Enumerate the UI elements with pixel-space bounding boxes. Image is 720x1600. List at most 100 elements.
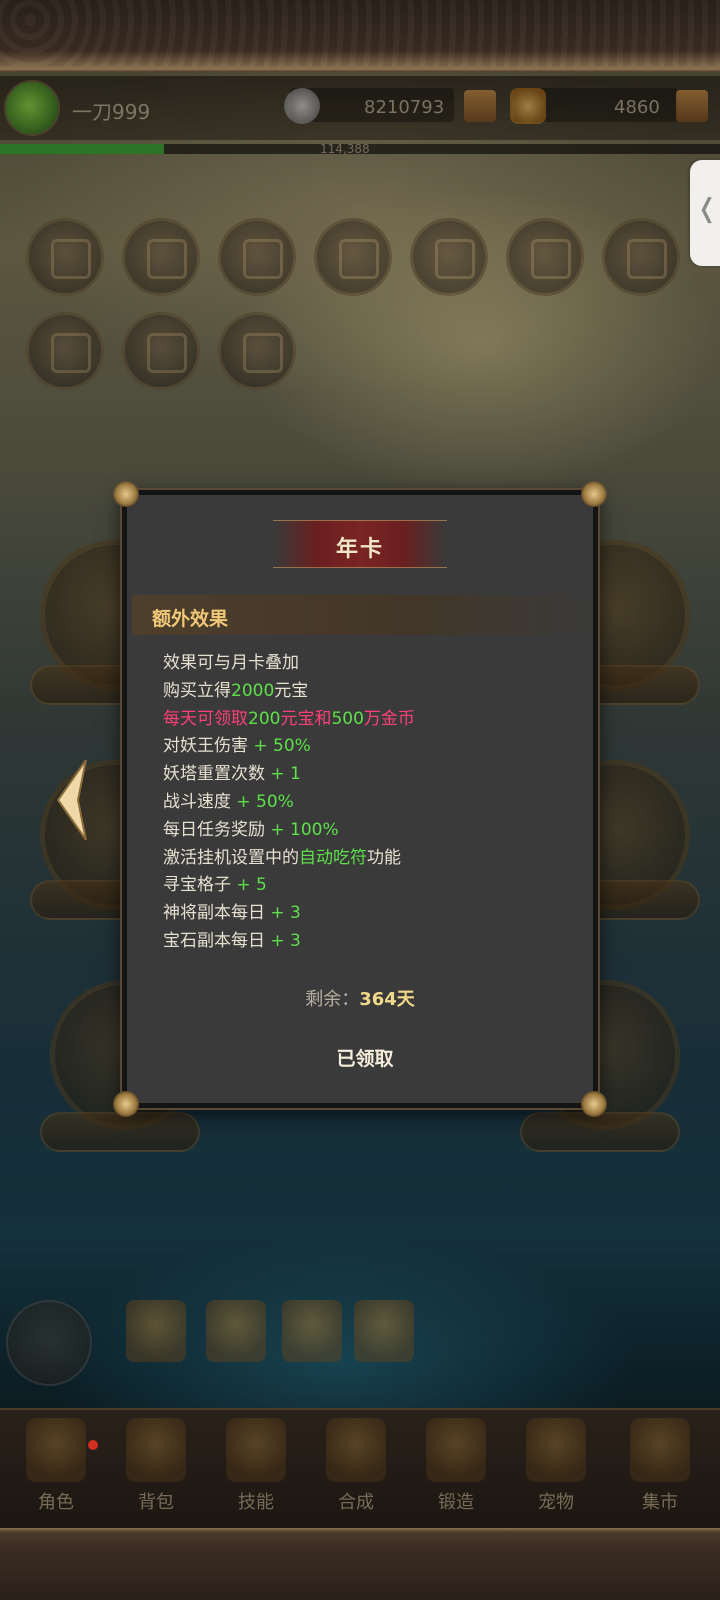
feature-icon-8[interactable] — [26, 312, 104, 390]
market-icon — [630, 1418, 690, 1482]
modal-corner-ornament — [113, 1091, 139, 1117]
nav-label: 集市 — [642, 1492, 678, 1513]
benefit-text: 每天可领取 — [163, 708, 248, 729]
benefit-text: + 50% — [253, 736, 311, 757]
feature-icon-10[interactable] — [218, 312, 296, 390]
player-name: 一刀999 — [72, 100, 151, 124]
benefit-item: 寻宝格子 + 5 — [163, 872, 583, 900]
nav-item-bag[interactable]: 背包 — [110, 1414, 202, 1522]
benefit-text: 对妖王伤害 — [163, 736, 254, 757]
nav-label: 背包 — [138, 1492, 174, 1513]
bag-icon — [126, 1418, 186, 1482]
player-avatar[interactable] — [4, 80, 60, 136]
benefit-text: 激活挂机设置中的 — [163, 847, 299, 868]
benefit-item: 对妖王伤害 + 50% — [163, 733, 583, 761]
nav-label: 锻造 — [438, 1492, 474, 1513]
pet-icon — [526, 1418, 586, 1482]
benefit-item: 神将副本每日 + 3 — [163, 900, 583, 928]
nav-item-pet[interactable]: 宠物 — [510, 1414, 602, 1522]
benefit-text: 元宝 — [274, 680, 309, 701]
modal-title-bar: 年卡 — [273, 520, 447, 568]
nav-label: 宠物 — [538, 1492, 574, 1513]
benefit-text: 每日任务奖励 — [163, 819, 271, 840]
benefit-text: 效果可与月卡叠加 — [163, 653, 299, 673]
feature-icon-5[interactable] — [410, 218, 488, 296]
benefit-text: + 3 — [270, 930, 301, 951]
benefit-text: 万金币 — [363, 708, 415, 729]
shortcut-item-4[interactable] — [354, 1300, 414, 1362]
benefit-item: 效果可与月卡叠加 — [163, 650, 583, 678]
bottom-frame — [0, 1528, 720, 1600]
nav-label: 技能 — [238, 1492, 274, 1513]
benefit-text: 自动吃符 — [299, 847, 367, 868]
exp-bar-fill — [0, 144, 164, 154]
feature-icon-9[interactable] — [122, 312, 200, 390]
gold-value: 4860 — [614, 97, 660, 118]
benefit-text: + 1 — [270, 764, 301, 785]
benefit-text: + 100% — [270, 819, 339, 840]
gold-add-button[interactable] — [676, 90, 708, 122]
benefit-text: + 3 — [270, 903, 301, 924]
benefit-text: 500 — [331, 708, 364, 729]
silver-value: 8210793 — [364, 97, 445, 118]
benefit-text: 战斗速度 — [163, 791, 237, 812]
modal-corner-ornament — [113, 481, 139, 507]
claimed-button[interactable]: 已领取 — [300, 1035, 430, 1079]
feature-icon-2[interactable] — [122, 218, 200, 296]
feature-icon-7[interactable] — [602, 218, 680, 296]
benefit-item: 购买立得2000元宝 — [163, 678, 583, 706]
benefit-text: 200 — [248, 708, 281, 729]
benefit-text: 购买立得 — [163, 680, 231, 701]
benefit-item: 每日任务奖励 + 100% — [163, 817, 583, 845]
benefit-text: + 5 — [236, 875, 267, 896]
nav-label: 角色 — [38, 1492, 74, 1513]
benefit-text: 寻宝格子 — [163, 875, 237, 896]
shortcut-item-2[interactable] — [206, 1300, 266, 1362]
benefit-item: 每天可领取200元宝和500万金币 — [163, 706, 583, 734]
modal-corner-ornament — [581, 481, 607, 507]
notification-dot — [88, 1440, 98, 1450]
silver-add-button[interactable] — [464, 90, 496, 122]
benefit-item: 激活挂机设置中的自动吃符功能 — [163, 845, 583, 873]
benefit-text: 功能 — [367, 847, 401, 868]
remaining-value: 364天 — [359, 989, 415, 1010]
nav-label: 合成 — [338, 1492, 374, 1513]
benefit-text: + 50% — [236, 791, 294, 812]
benefit-text: 神将副本每日 — [163, 903, 271, 924]
benefit-text: 2000 — [231, 680, 275, 701]
chevron-left-icon: ❬ — [696, 194, 718, 224]
section-header: 额外效果 — [132, 595, 598, 635]
side-panel-tab[interactable]: ❬ — [690, 160, 720, 266]
modal-corner-ornament — [581, 1091, 607, 1117]
benefit-text: 宝石副本每日 — [163, 930, 271, 951]
nav-item-synthesis[interactable]: 合成 — [310, 1414, 402, 1522]
benefit-item: 宝石副本每日 + 3 — [163, 928, 583, 956]
top-frame — [0, 0, 720, 72]
feature-icon-1[interactable] — [26, 218, 104, 296]
feature-icon-6[interactable] — [506, 218, 584, 296]
shortcut-item-3[interactable] — [282, 1300, 342, 1362]
benefit-list: 效果可与月卡叠加 购买立得2000元宝 每天可领取200元宝和500万金币 对妖王伤害… — [163, 650, 583, 956]
nav-item-market[interactable]: 集市 — [614, 1414, 706, 1522]
silver-coin-icon — [284, 88, 320, 124]
benefit-text: 妖塔重置次数 — [163, 764, 271, 785]
shortcut-item-1[interactable] — [126, 1300, 186, 1362]
feature-icon-4[interactable] — [314, 218, 392, 296]
annual-card-modal: 年卡 额外效果 效果可与月卡叠加 购买立得2000元宝 每天可领取200元宝和500… — [113, 481, 607, 1117]
remaining-label: 剩余： — [305, 989, 360, 1010]
benefit-text: 元宝和 — [280, 708, 332, 729]
feature-icon-3[interactable] — [218, 218, 296, 296]
remaining-days: 剩余：364天 — [127, 985, 593, 1011]
anvil-icon — [326, 1418, 386, 1482]
nav-item-character[interactable]: 角色 — [10, 1414, 102, 1522]
section-title: 额外效果 — [152, 608, 229, 630]
quick-action-button[interactable] — [6, 1300, 92, 1386]
skill-book-icon — [226, 1418, 286, 1482]
prev-arrow-button[interactable] — [56, 760, 90, 840]
benefit-item: 妖塔重置次数 + 1 — [163, 761, 583, 789]
benefit-item: 战斗速度 + 50% — [163, 789, 583, 817]
gold-ingot-icon — [510, 88, 546, 124]
nav-item-forge[interactable]: 锻造 — [410, 1414, 502, 1522]
character-icon — [26, 1418, 86, 1482]
nav-item-skill[interactable]: 技能 — [210, 1414, 302, 1522]
